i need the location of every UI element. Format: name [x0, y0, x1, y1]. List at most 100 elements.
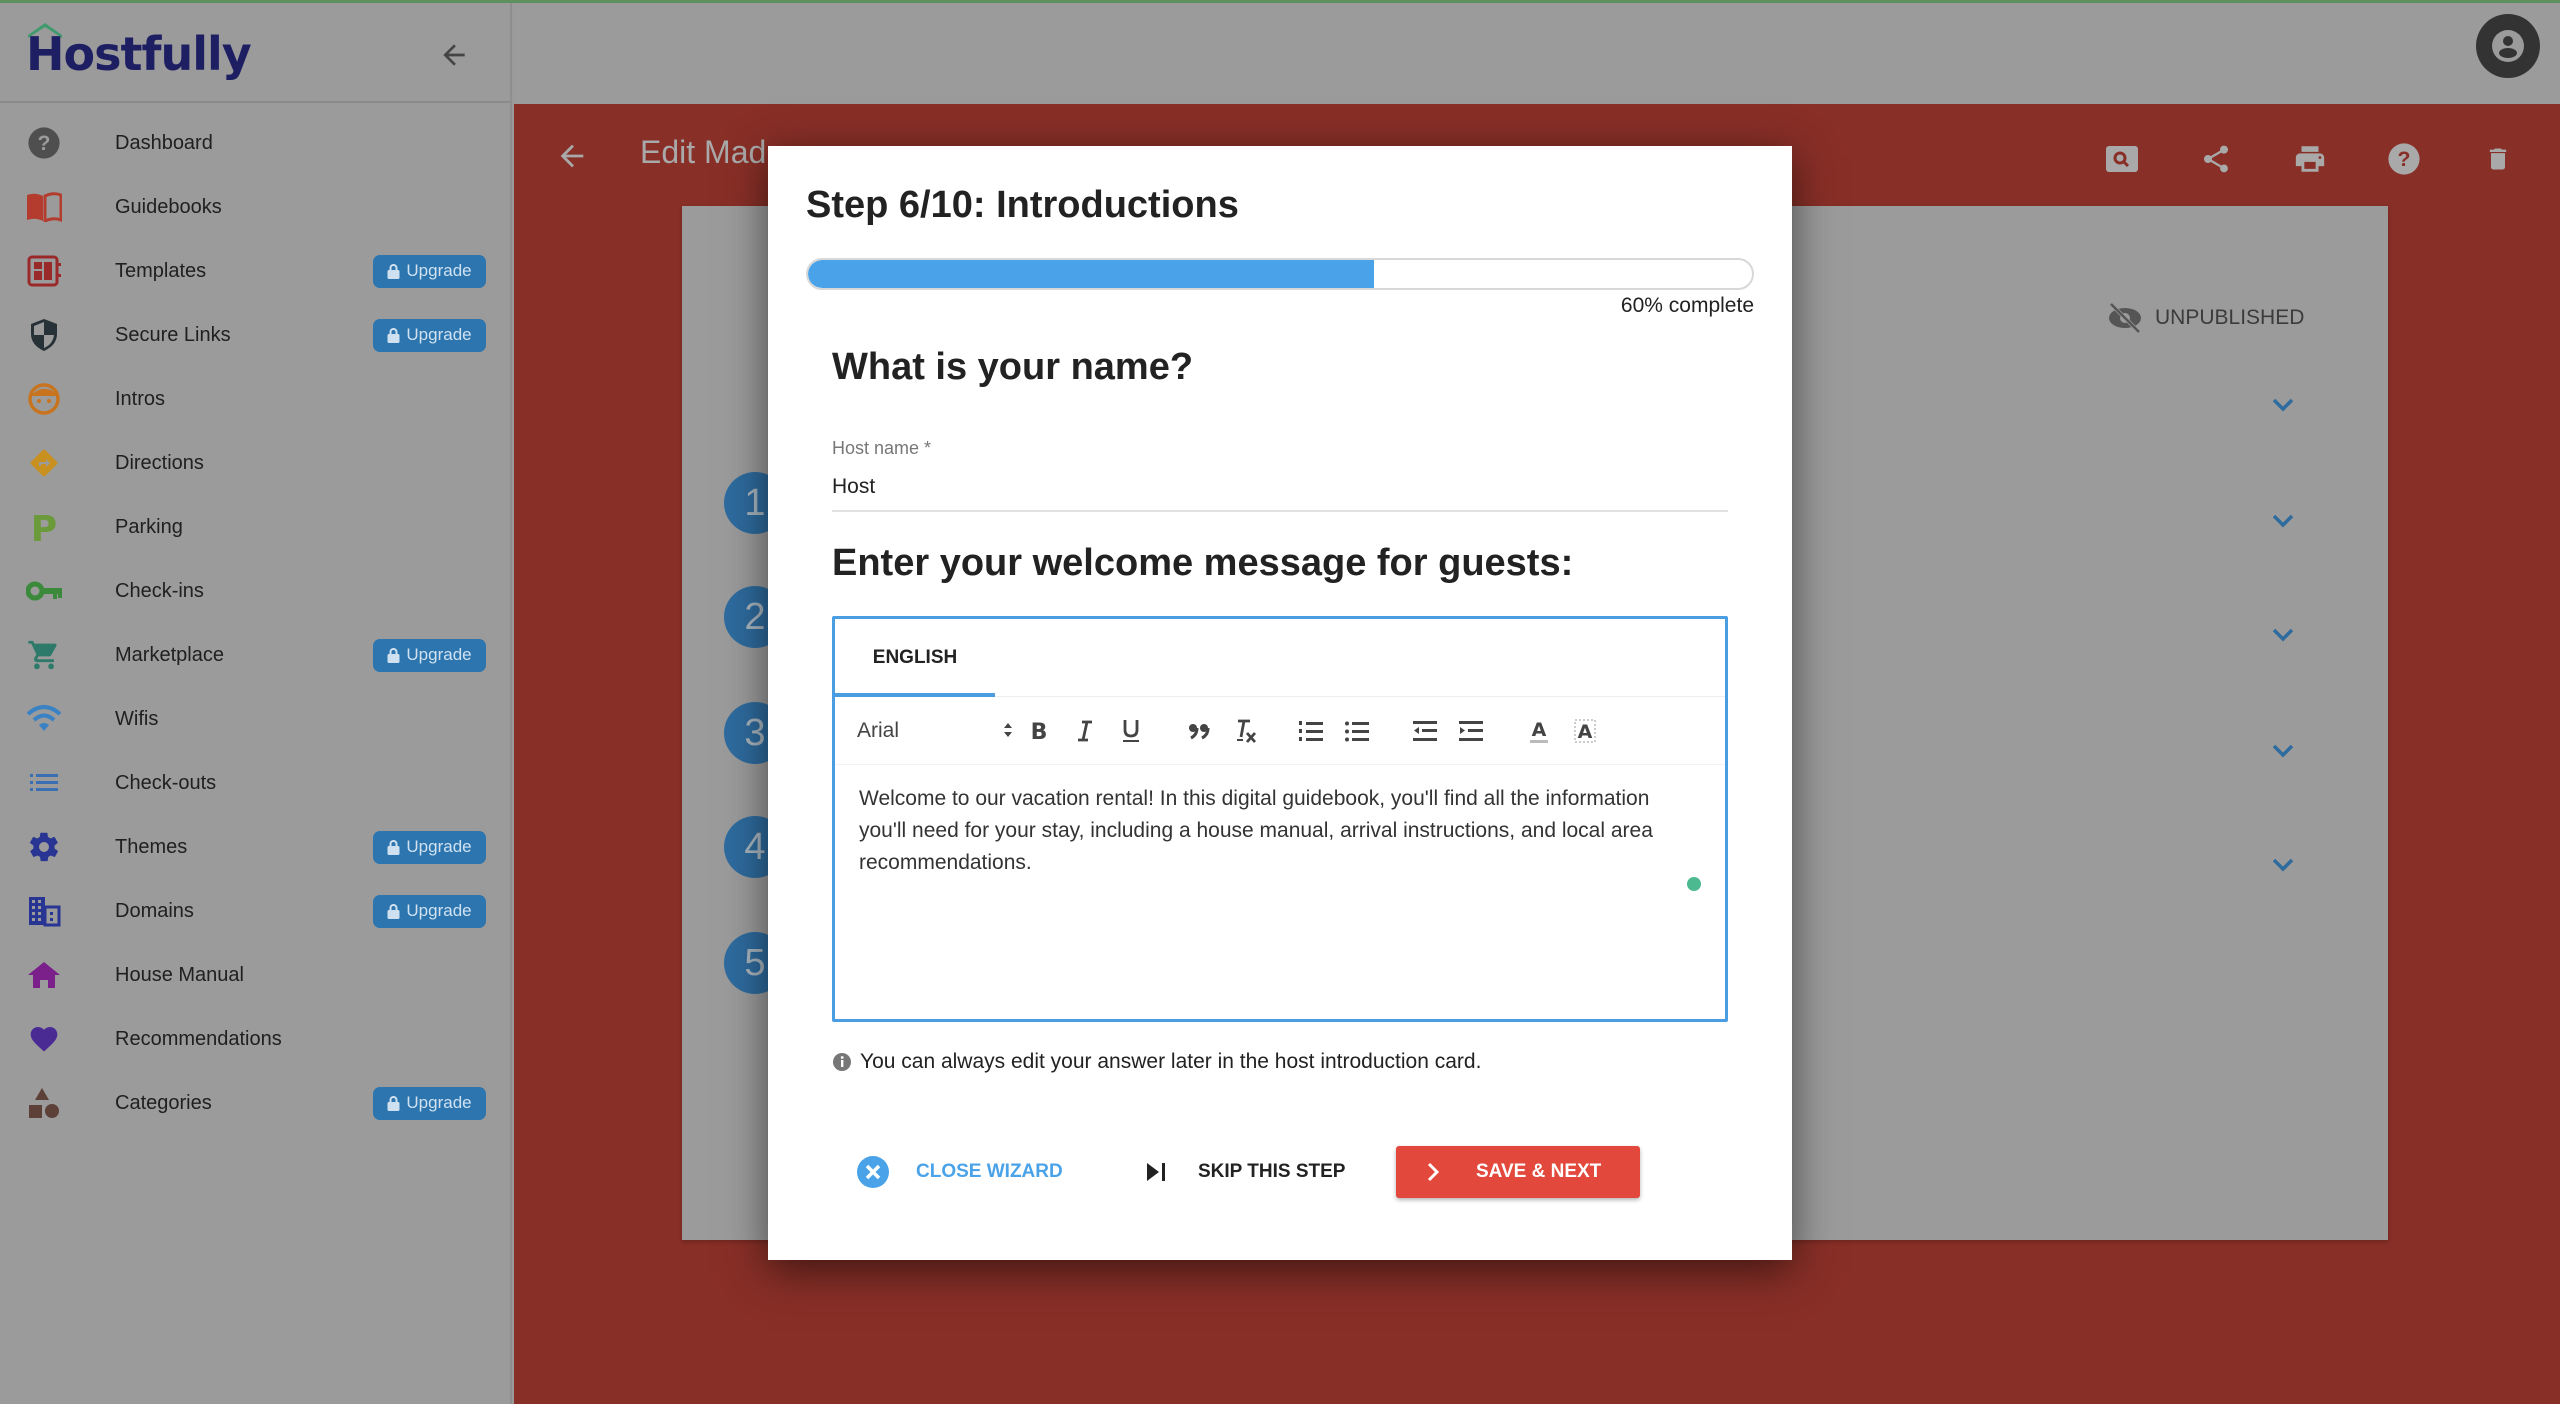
sidebar-item-domains[interactable]: Domains Upgrade — [0, 879, 510, 943]
upgrade-badge[interactable]: Upgrade — [373, 1086, 486, 1120]
key-icon — [26, 573, 62, 609]
sidebar-item-label: Themes — [115, 835, 188, 858]
info-icon — [833, 1053, 851, 1071]
bullet-list-icon — [1345, 721, 1369, 742]
italic-button[interactable] — [1069, 715, 1101, 747]
print-button[interactable] — [2289, 138, 2331, 180]
sidebar-item-check-outs[interactable]: Check-outs — [0, 751, 510, 815]
lock-icon — [387, 1095, 400, 1111]
account-avatar-button[interactable] — [2476, 14, 2540, 78]
sidebar-item-templates[interactable]: Templates Upgrade — [0, 239, 510, 303]
sidebar-item-label: Check-ins — [115, 579, 204, 602]
expand-section-4[interactable] — [2268, 736, 2298, 766]
editor-actions: ? — [2101, 138, 2519, 182]
directions-icon — [26, 445, 62, 481]
hint-text: You can always edit your answer later in… — [832, 1050, 1481, 1074]
underline-icon — [1123, 720, 1139, 742]
sidebar-item-intros[interactable]: Intros — [0, 367, 510, 431]
text-color-icon: A — [1530, 719, 1548, 743]
preview-search-icon — [2106, 146, 2138, 172]
expand-section-2[interactable] — [2268, 506, 2298, 536]
upgrade-badge[interactable]: Upgrade — [373, 318, 486, 352]
sidebar-item-label: Check-outs — [115, 771, 217, 794]
logo-text: Hostfully — [26, 27, 252, 81]
status-label: UNPUBLISHED — [2155, 306, 2305, 329]
lock-icon — [387, 263, 400, 279]
clear-format-button[interactable] — [1229, 715, 1261, 747]
building-icon — [26, 893, 62, 929]
expand-section-5[interactable] — [2268, 850, 2298, 880]
host-name-label: Host name * — [832, 438, 932, 458]
wizard-actions: CLOSE WIZARD SKIP THIS STEP SAVE & NEXT — [768, 1144, 1792, 1200]
upgrade-badge[interactable]: Upgrade — [373, 830, 486, 864]
font-family-select[interactable]: Arial — [857, 713, 1017, 749]
sidebar-item-secure-links[interactable]: Secure Links Upgrade — [0, 303, 510, 367]
svg-text:?: ? — [2398, 147, 2411, 171]
welcome-message-content[interactable]: Welcome to our vacation rental! In this … — [859, 783, 1699, 879]
svg-text:?: ? — [38, 131, 51, 155]
sidebar-item-parking[interactable]: P Parking — [0, 495, 510, 559]
sidebar-item-recommendations[interactable]: Recommendations — [0, 1007, 510, 1071]
upgrade-badge[interactable]: Upgrade — [373, 638, 486, 672]
welcome-question: Enter your welcome message for guests: — [832, 542, 1574, 584]
arrow-left-icon — [560, 144, 584, 168]
close-wizard-button[interactable]: CLOSE WIZARD — [856, 1144, 1063, 1200]
bullet-list-button[interactable] — [1341, 715, 1373, 747]
share-button[interactable] — [2195, 138, 2237, 180]
template-icon — [26, 253, 62, 289]
help-button[interactable]: ? — [2383, 138, 2425, 180]
setup-wizard-dialog: Step 6/10: Introductions 60% complete Wh… — [768, 146, 1792, 1260]
sidebar-nav: ? Dashboard Guidebooks Templates Upgrade… — [0, 103, 510, 1135]
expand-section-3[interactable] — [2268, 620, 2298, 650]
preview-button[interactable] — [2101, 138, 2143, 180]
delete-button[interactable] — [2477, 138, 2519, 180]
shapes-icon — [26, 1085, 62, 1121]
text-color-button[interactable]: A — [1523, 715, 1555, 747]
sidebar-item-categories[interactable]: Categories Upgrade — [0, 1071, 510, 1135]
expand-section-1[interactable] — [2268, 390, 2298, 420]
ordered-list-button[interactable] — [1295, 715, 1327, 747]
svg-text:A: A — [1578, 721, 1593, 743]
bold-button[interactable]: B — [1023, 715, 1055, 747]
print-icon — [2295, 146, 2325, 172]
background-color-button[interactable]: A — [1569, 715, 1601, 747]
skip-next-icon — [1147, 1163, 1165, 1181]
sidebar-item-guidebooks[interactable]: Guidebooks — [0, 175, 510, 239]
blockquote-button[interactable] — [1183, 715, 1215, 747]
underline-button[interactable] — [1115, 715, 1147, 747]
ordered-list-icon — [1299, 721, 1323, 741]
collapse-sidebar-button[interactable] — [432, 33, 476, 77]
sidebar-item-wifis[interactable]: Wifis — [0, 687, 510, 751]
account-circle-icon — [2492, 30, 2524, 62]
back-button[interactable] — [550, 134, 594, 178]
shield-icon — [26, 317, 62, 353]
tab-english[interactable]: ENGLISH — [835, 619, 995, 697]
sidebar-item-marketplace[interactable]: Marketplace Upgrade — [0, 623, 510, 687]
publish-status[interactable]: UNPUBLISHED — [2107, 302, 2304, 334]
wizard-title: Step 6/10: Introductions — [806, 184, 1239, 226]
parking-icon: P — [26, 509, 62, 545]
sidebar-item-themes[interactable]: Themes Upgrade — [0, 815, 510, 879]
save-next-button[interactable]: SAVE & NEXT — [1396, 1146, 1640, 1198]
indent-button[interactable] — [1455, 715, 1487, 747]
sidebar-item-check-ins[interactable]: Check-ins — [0, 559, 510, 623]
font-family-value: Arial — [857, 719, 900, 742]
lock-icon — [387, 903, 400, 919]
outdent-button[interactable] — [1409, 715, 1441, 747]
sidebar-item-dashboard[interactable]: ? Dashboard — [0, 111, 510, 175]
trash-icon — [2489, 148, 2507, 170]
hostfully-logo[interactable]: Hostfully — [26, 21, 252, 85]
visibility-off-icon — [2109, 302, 2141, 334]
sidebar: Hostfully ? Dashboard Guidebooks Templat… — [0, 3, 512, 1404]
skip-step-button[interactable]: SKIP THIS STEP — [1144, 1144, 1345, 1200]
sidebar-item-label: House Manual — [115, 963, 244, 986]
upgrade-badge[interactable]: Upgrade — [373, 894, 486, 928]
help-circle-icon: ? — [26, 125, 62, 161]
progress-fill — [808, 260, 1375, 288]
sidebar-item-label: Dashboard — [115, 131, 213, 154]
host-name-input[interactable] — [832, 464, 1728, 512]
name-question: What is your name? — [832, 346, 1194, 388]
sidebar-item-directions[interactable]: Directions — [0, 431, 510, 495]
upgrade-badge[interactable]: Upgrade — [373, 254, 486, 288]
sidebar-item-house-manual[interactable]: House Manual — [0, 943, 510, 1007]
